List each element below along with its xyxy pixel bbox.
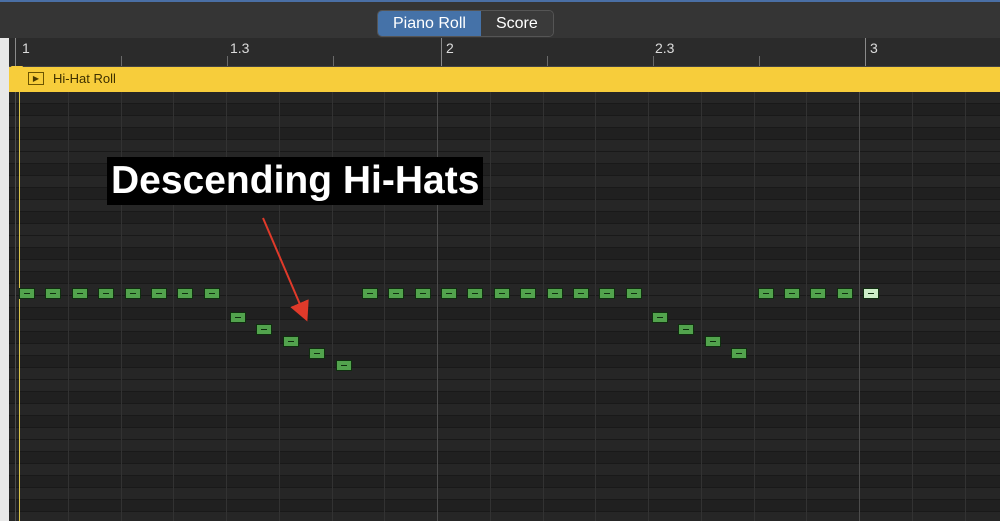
ruler-label-bar-3: 3	[870, 40, 878, 56]
ruler-label-bar-1: 1	[22, 40, 30, 56]
tab-score[interactable]: Score	[480, 11, 553, 36]
pitch-row	[9, 272, 1000, 284]
midi-note[interactable]	[282, 336, 299, 347]
midi-note[interactable]	[124, 288, 141, 299]
midi-note[interactable]	[98, 288, 115, 299]
midi-note[interactable]	[177, 288, 194, 299]
ruler-label-bar-2: 2	[446, 40, 454, 56]
pitch-row	[9, 368, 1000, 380]
pitch-row	[9, 236, 1000, 248]
step-line	[700, 92, 702, 521]
playhead-line	[19, 92, 20, 521]
pitch-row	[9, 500, 1000, 512]
pitch-row	[9, 416, 1000, 428]
ruler-beat-tick	[121, 56, 122, 66]
midi-note[interactable]	[45, 288, 62, 299]
midi-note[interactable]	[783, 288, 800, 299]
step-line	[489, 92, 491, 521]
ruler-label-2-3: 2.3	[655, 40, 675, 56]
play-region-icon[interactable]: ▶	[28, 72, 44, 85]
pitch-row	[9, 248, 1000, 260]
midi-note[interactable]	[256, 324, 273, 335]
ruler-beat-tick	[227, 56, 228, 66]
bar-line	[859, 92, 860, 521]
midi-note[interactable]	[19, 288, 35, 299]
ruler-beat-tick	[653, 56, 654, 66]
region-name: Hi-Hat Roll	[53, 71, 116, 86]
pitch-row	[9, 440, 1000, 452]
pitch-row	[9, 320, 1000, 332]
midi-note[interactable]	[572, 288, 589, 299]
step-line	[595, 92, 597, 521]
pitch-row	[9, 512, 1000, 521]
ruler-bar-tick	[865, 38, 866, 66]
region-header[interactable]: ▶ Hi-Hat Roll	[9, 67, 1000, 92]
midi-note[interactable]	[520, 288, 537, 299]
pitch-row	[9, 452, 1000, 464]
pitch-row	[9, 224, 1000, 236]
pitch-row	[9, 308, 1000, 320]
pitch-row	[9, 140, 1000, 152]
playhead-handle[interactable]	[11, 66, 23, 77]
pitch-row	[9, 116, 1000, 128]
editor-header: Piano Roll Score	[0, 0, 1000, 38]
pitch-row	[9, 380, 1000, 392]
midi-note[interactable]	[361, 288, 378, 299]
midi-note[interactable]	[71, 288, 88, 299]
ruler-label-1-3: 1.3	[230, 40, 250, 56]
pitch-row	[9, 92, 1000, 104]
midi-note[interactable]	[678, 324, 695, 335]
ruler-beat-tick	[547, 56, 548, 66]
pitch-row	[9, 332, 1000, 344]
midi-note[interactable]	[757, 288, 774, 299]
midi-note[interactable]	[704, 336, 721, 347]
midi-note[interactable]	[467, 288, 484, 299]
pitch-row	[9, 212, 1000, 224]
step-line	[911, 92, 913, 521]
midi-note[interactable]	[414, 288, 431, 299]
midi-note[interactable]	[836, 288, 853, 299]
midi-note[interactable]	[230, 312, 246, 323]
pitch-row	[9, 260, 1000, 272]
view-tab-group: Piano Roll Score	[377, 10, 554, 37]
pitch-row	[9, 476, 1000, 488]
pitch-row	[9, 488, 1000, 500]
midi-note[interactable]	[388, 288, 405, 299]
midi-note[interactable]	[599, 288, 616, 299]
midi-note[interactable]	[863, 288, 879, 299]
pitch-row	[9, 464, 1000, 476]
step-line	[806, 92, 808, 521]
midi-note[interactable]	[493, 288, 510, 299]
ruler-beat-tick	[759, 56, 760, 66]
ruler-beat-tick	[333, 56, 334, 66]
bar-line	[15, 92, 16, 521]
annotation-label: Descending Hi-Hats	[107, 157, 484, 205]
tab-piano-roll[interactable]: Piano Roll	[378, 11, 481, 36]
midi-note[interactable]	[150, 288, 167, 299]
pitch-row	[9, 356, 1000, 368]
step-line	[964, 92, 966, 521]
midi-note[interactable]	[335, 360, 352, 371]
pitch-row	[9, 128, 1000, 140]
step-line	[753, 92, 755, 521]
pitch-row	[9, 104, 1000, 116]
ruler-bar-tick	[441, 38, 442, 66]
pitch-row	[9, 404, 1000, 416]
midi-note[interactable]	[731, 348, 748, 359]
midi-note[interactable]	[203, 288, 220, 299]
step-line	[67, 92, 69, 521]
ruler-bar-tick	[15, 38, 16, 66]
midi-note[interactable]	[546, 288, 563, 299]
midi-note[interactable]	[309, 348, 326, 359]
pitch-row	[9, 392, 1000, 404]
midi-note[interactable]	[810, 288, 827, 299]
step-line	[648, 92, 649, 521]
midi-note[interactable]	[625, 288, 642, 299]
bar-ruler[interactable]: 1 1.3 2 2.3 3	[9, 38, 1000, 67]
pitch-row	[9, 344, 1000, 356]
step-line	[542, 92, 544, 521]
midi-note[interactable]	[441, 288, 457, 299]
pitch-row	[9, 428, 1000, 440]
midi-note[interactable]	[652, 312, 668, 323]
